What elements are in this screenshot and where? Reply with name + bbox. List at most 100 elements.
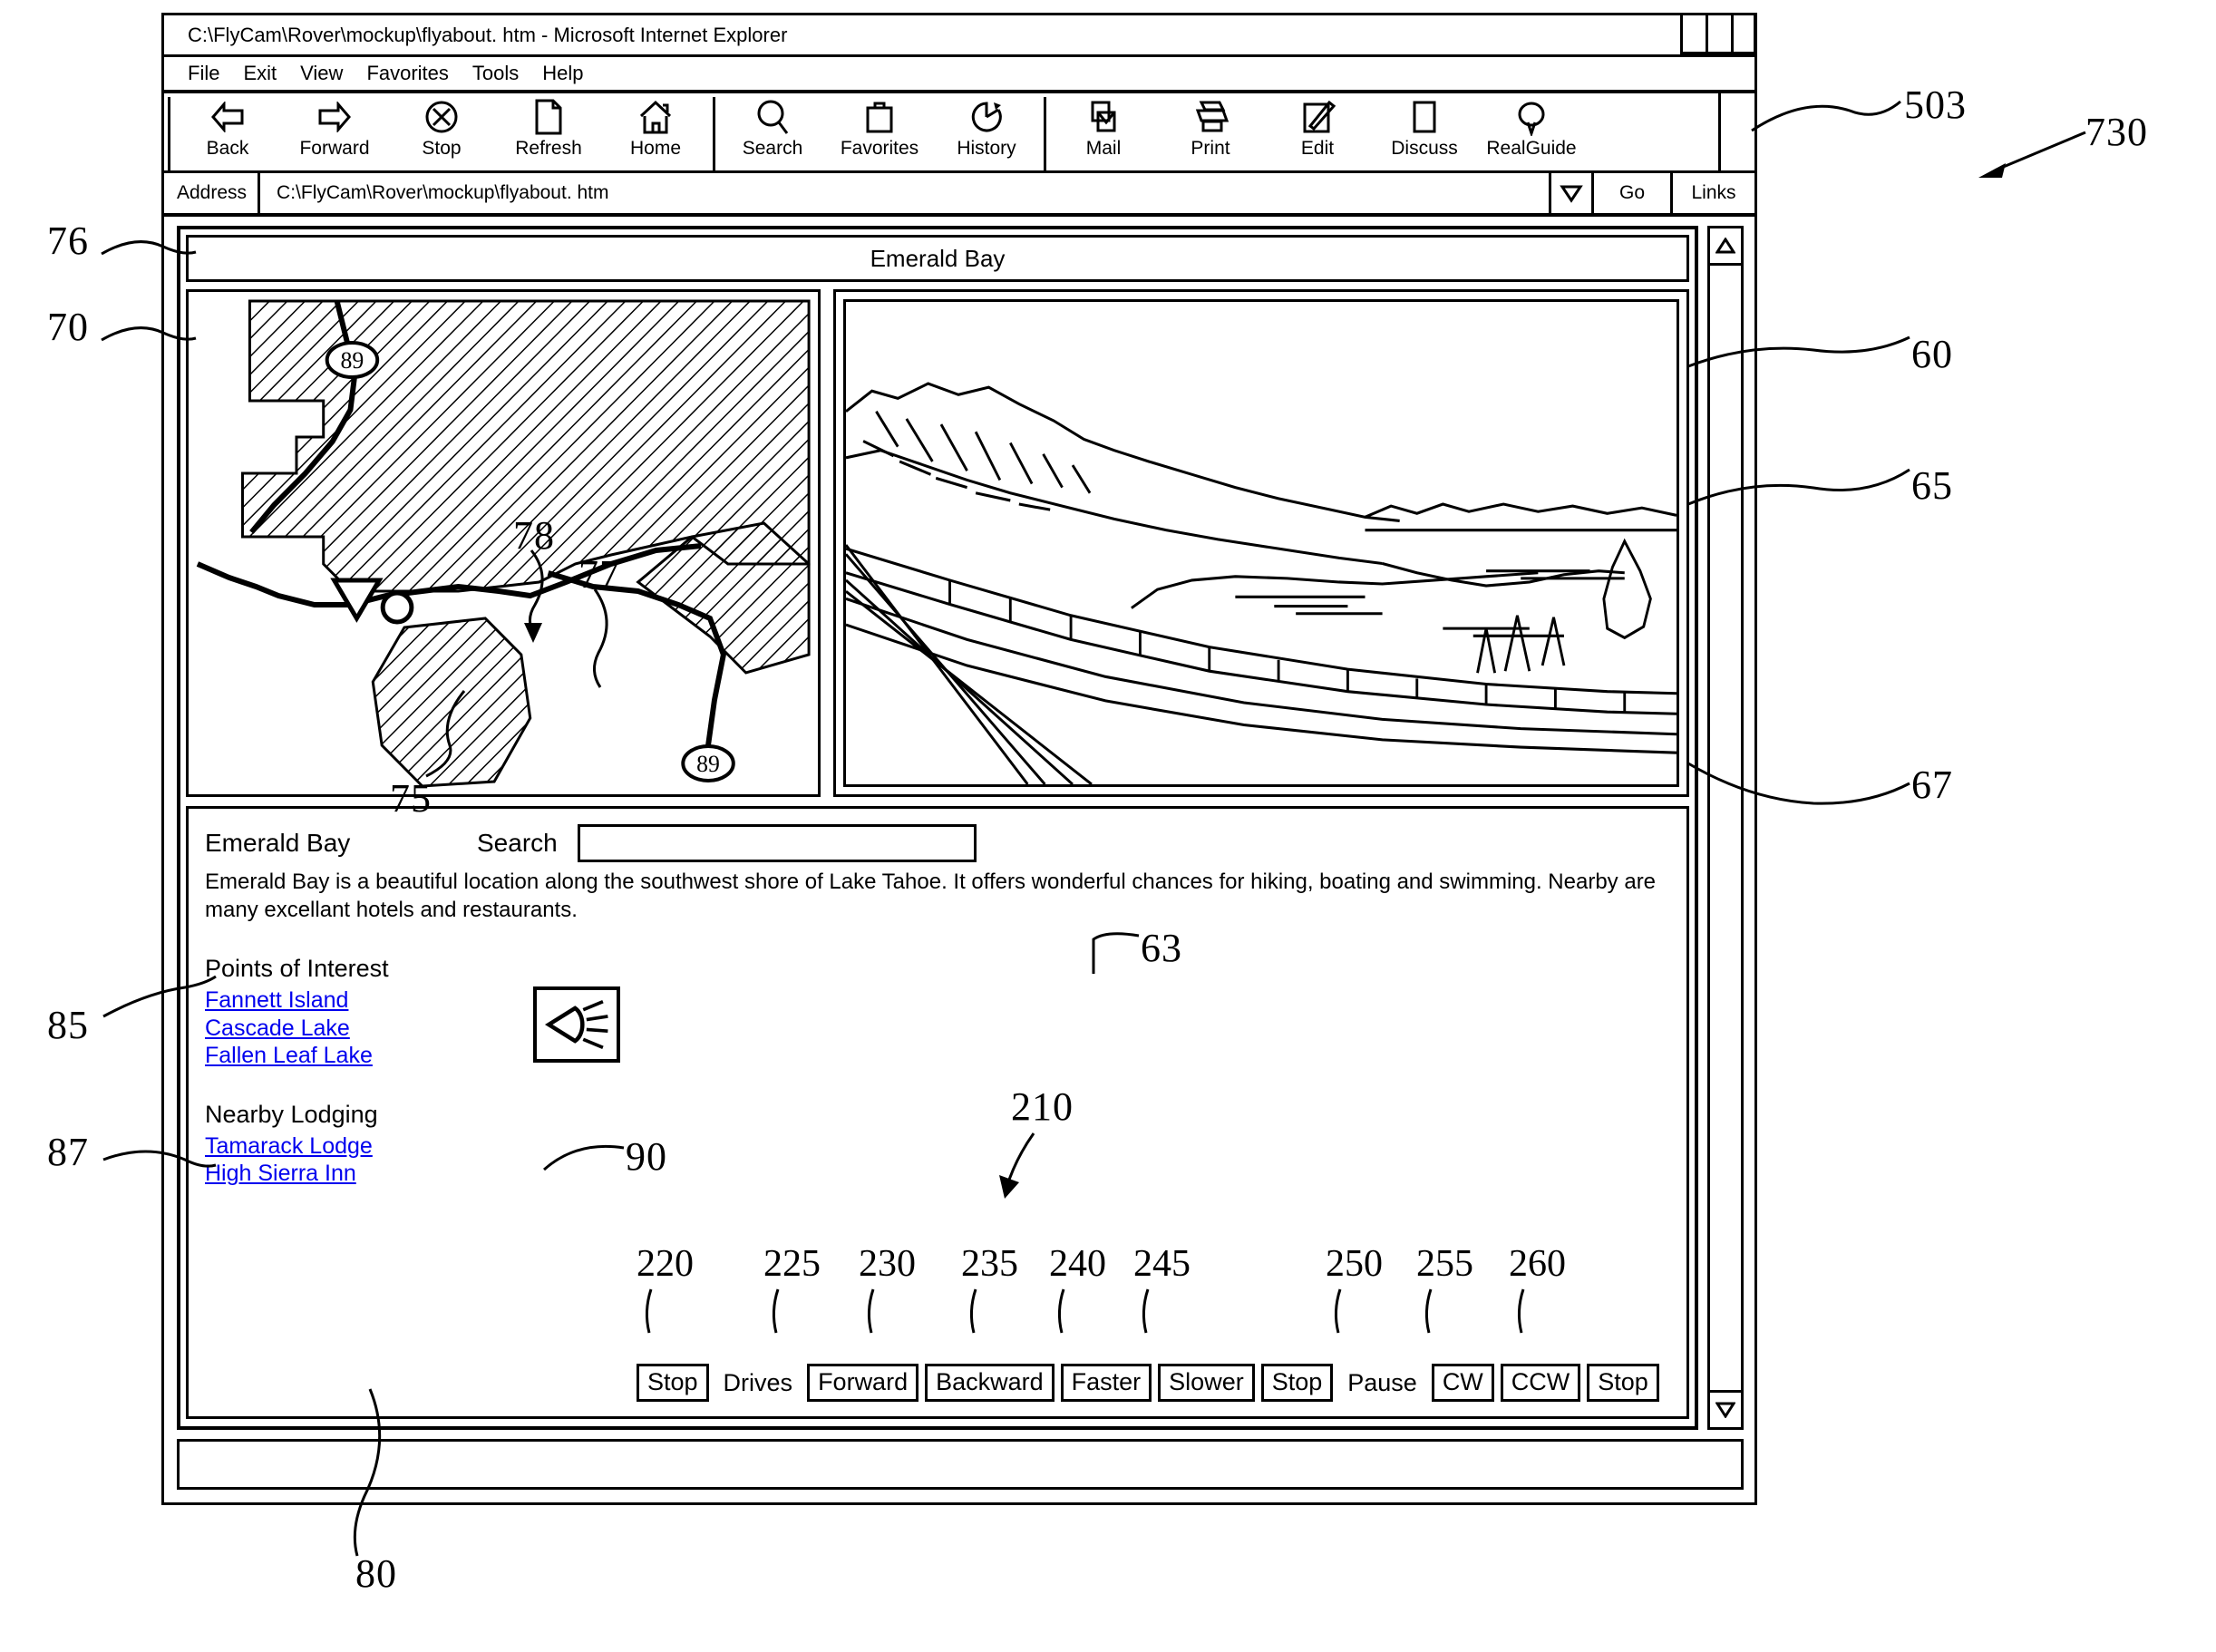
map-island [371, 617, 532, 788]
poi-link-fannett-island[interactable]: Fannett Island [205, 986, 348, 1015]
toolbar-label-refresh: Refresh [515, 138, 582, 159]
browser-toolbar: Back Forward Stop Refresh Home Search Fa… [164, 93, 1754, 173]
control-button-slower[interactable]: Slower [1158, 1363, 1255, 1402]
toolbar-label-forward: Forward [299, 138, 370, 159]
search-label: Search [477, 829, 558, 857]
toolbar-group-navigation: Back Forward Stop Refresh Home [174, 97, 709, 160]
control-label-drives: Drives [723, 1369, 793, 1396]
ref-250: 250 [1326, 1243, 1383, 1285]
minimize-button[interactable] [1680, 13, 1706, 54]
control-button-faster[interactable]: Faster [1060, 1363, 1152, 1402]
control-button-ccw[interactable]: CCW [1500, 1363, 1581, 1402]
ref-number-90: 90 [626, 1134, 667, 1179]
toolbar-button-history[interactable]: History [933, 97, 1040, 160]
toolbar-group-explore: Search Favorites History [719, 97, 1040, 160]
toolbar-button-favorites[interactable]: Favorites [826, 97, 933, 160]
toolbar-button-forward[interactable]: Forward [281, 97, 388, 160]
toolbar-button-realguide[interactable]: RealGuide [1478, 97, 1585, 160]
address-bar: Address C:\FlyCam\Rover\mockup\flyabout.… [164, 173, 1754, 217]
ref-number-210: 210 [1011, 1084, 1074, 1129]
scroll-up-icon[interactable] [1710, 228, 1741, 266]
toolbar-button-home[interactable]: Home [602, 97, 709, 160]
page-title: Emerald Bay [186, 235, 1689, 282]
toolbar-button-refresh[interactable]: Refresh [495, 97, 602, 160]
map-graphic: 89 89 [196, 299, 811, 788]
maximize-button[interactable] [1706, 13, 1731, 54]
toolbar-label-realguide: RealGuide [1486, 138, 1577, 159]
browser-viewport: Emerald Bay 89 89 Emerald Bay Search Eme… [164, 217, 1754, 1502]
toolbar-button-stop[interactable]: Stop [388, 97, 495, 160]
ref-240: 240 [1049, 1243, 1106, 1285]
toolbar-button-mail[interactable]: Mail [1050, 97, 1157, 160]
toolbar-label-print: Print [1191, 138, 1230, 159]
menu-item-file[interactable]: File [188, 62, 219, 85]
search-input[interactable] [577, 824, 977, 862]
control-button-stop-drives[interactable]: Stop [637, 1363, 709, 1402]
control-button-forward[interactable]: Forward [807, 1363, 919, 1402]
control-button-stop-pause[interactable]: Stop [1260, 1363, 1334, 1402]
toolbar-button-print[interactable]: Print [1157, 97, 1264, 160]
ref-number-80: 80 [355, 1551, 397, 1596]
window-title: C:\FlyCam\Rover\mockup\flyabout. htm - M… [188, 23, 788, 46]
control-button-stop-rotate[interactable]: Stop [1587, 1363, 1659, 1402]
control-button-cw[interactable]: CW [1431, 1363, 1494, 1402]
address-input[interactable]: C:\FlyCam\Rover\mockup\flyabout. htm [260, 173, 1549, 213]
toolbar-label-search: Search [742, 138, 803, 159]
toolbar-group-actions: Mail Print Edit Discuss RealGuide [1050, 97, 1585, 160]
close-button[interactable] [1731, 13, 1756, 54]
favorites-folder-icon [862, 97, 897, 137]
headlight-glyph [544, 999, 608, 1050]
menu-item-view[interactable]: View [300, 62, 343, 85]
ref-245: 245 [1133, 1243, 1191, 1285]
mountain-shoulder [846, 449, 1383, 566]
ref-number-65: 65 [1911, 463, 1953, 508]
far-shore-hills [1364, 502, 1677, 519]
lodging-link-high-sierra-inn[interactable]: High Sierra Inn [205, 1160, 356, 1188]
go-button[interactable]: Go [1594, 173, 1673, 213]
lodging-link-tamarack-lodge[interactable]: Tamarack Lodge [205, 1132, 373, 1161]
menu-bar: File Exit View Favorites Tools Help [164, 57, 1754, 93]
stop-x-circle-icon [423, 97, 460, 137]
headlight-beam-icon[interactable] [533, 986, 620, 1063]
poi-link-cascade-lake[interactable]: Cascade Lake [205, 1015, 350, 1043]
menu-item-exit[interactable]: Exit [243, 62, 277, 85]
chevron-down-icon[interactable] [1549, 173, 1594, 213]
toolbar-button-search[interactable]: Search [719, 97, 826, 160]
window-title-bar: C:\FlyCam\Rover\mockup\flyabout. htm - M… [164, 13, 1756, 57]
ref-number-85: 85 [47, 1003, 89, 1047]
edit-pencil-icon [1298, 97, 1336, 137]
rock-outcrop [1602, 538, 1652, 640]
realguide-balloon-icon [1513, 97, 1550, 137]
address-label: Address [164, 173, 261, 213]
toolbar-button-back[interactable]: Back [174, 97, 281, 160]
toolbar-label-stop: Stop [422, 138, 462, 159]
menu-item-help[interactable]: Help [542, 62, 583, 85]
control-button-backward[interactable]: Backward [925, 1363, 1055, 1402]
info-header: Emerald Bay Search [205, 821, 1670, 865]
forward-arrow-icon [316, 97, 353, 137]
toolbar-button-discuss[interactable]: Discuss [1371, 97, 1478, 160]
route-shield-bottom-label: 89 [696, 751, 720, 777]
links-button[interactable]: Links [1673, 173, 1754, 213]
history-clock-icon [968, 97, 1005, 137]
ref-235: 235 [961, 1243, 1018, 1285]
menu-item-favorites[interactable]: Favorites [366, 62, 448, 85]
toolbar-divider-left [168, 97, 170, 173]
ref-255: 255 [1416, 1243, 1473, 1285]
scroll-down-icon[interactable] [1710, 1390, 1741, 1427]
menu-item-tools[interactable]: Tools [472, 62, 519, 85]
map-panel[interactable]: 89 89 [186, 289, 821, 797]
camera-view-image [843, 299, 1679, 787]
window-control-buttons [1680, 13, 1756, 54]
vertical-scrollbar[interactable] [1707, 226, 1744, 1430]
camera-view-panel[interactable] [833, 289, 1689, 797]
poi-link-fallen-leaf-lake[interactable]: Fallen Leaf Lake [205, 1042, 373, 1070]
search-magnifier-icon [754, 97, 791, 137]
ref-number-730: 730 [2085, 110, 2148, 154]
ref-number-75: 75 [390, 776, 432, 821]
nearby-lodging-heading: Nearby Lodging [205, 1100, 378, 1128]
toolbar-button-edit[interactable]: Edit [1264, 97, 1371, 160]
browser-window: C:\FlyCam\Rover\mockup\flyabout. htm - M… [161, 13, 1757, 1505]
near-shoreline [1131, 571, 1539, 609]
toolbar-label-favorites: Favorites [840, 138, 919, 159]
